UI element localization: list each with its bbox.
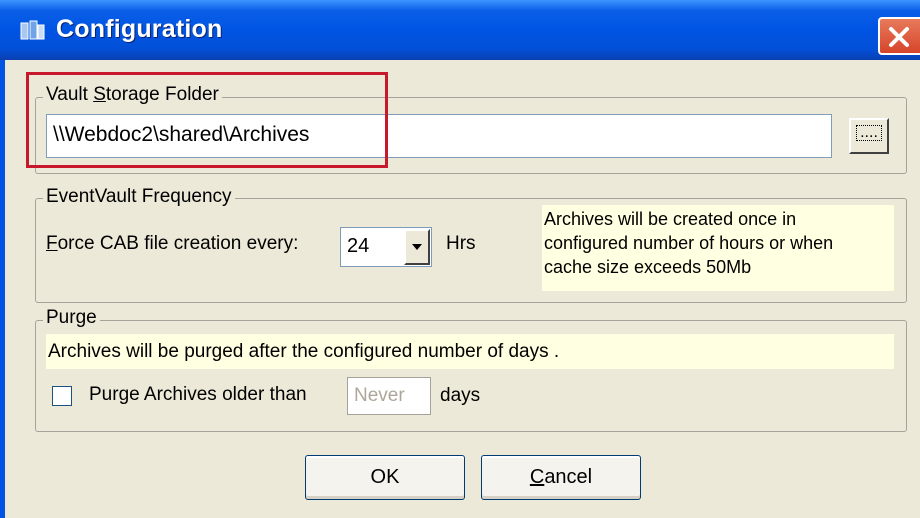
purge-note: Archives will be purged after the config…	[46, 334, 894, 369]
app-icon	[20, 19, 46, 43]
cancel-button[interactable]: Cancel	[481, 455, 641, 500]
highlight-box	[26, 72, 388, 168]
hours-value: 24	[347, 235, 370, 257]
frequency-note-line: cache size exceeds 50Mb	[544, 257, 752, 277]
purge-checkbox[interactable]	[52, 386, 72, 406]
browse-button[interactable]: ....	[849, 118, 889, 154]
days-unit-label: days	[440, 385, 481, 406]
ok-button[interactable]: OK	[305, 455, 465, 500]
frequency-note-line: Archives will be created once in	[544, 209, 797, 229]
chevron-down-icon	[412, 244, 422, 250]
hours-unit-label: Hrs	[446, 233, 476, 254]
purge-days-input: Never	[347, 377, 431, 415]
close-button[interactable]	[878, 17, 920, 55]
frequency-note: Archives will be created once in configu…	[542, 205, 894, 291]
window-title: Configuration	[56, 15, 223, 43]
dropdown-arrow-button[interactable]	[404, 229, 430, 265]
title-bar: Configuration	[0, 0, 920, 60]
purge-legend: Purge	[43, 307, 100, 329]
frequency-legend: EventVault Frequency	[43, 186, 235, 208]
frequency-note-line: configured number of hours or when	[544, 233, 834, 253]
purge-checkbox-label[interactable]: Purge Archives older than	[89, 384, 307, 406]
frequency-label: Force CAB file creation every:	[46, 233, 299, 254]
window-border	[0, 60, 5, 518]
hours-dropdown[interactable]: 24	[340, 227, 432, 267]
close-icon	[889, 27, 909, 47]
